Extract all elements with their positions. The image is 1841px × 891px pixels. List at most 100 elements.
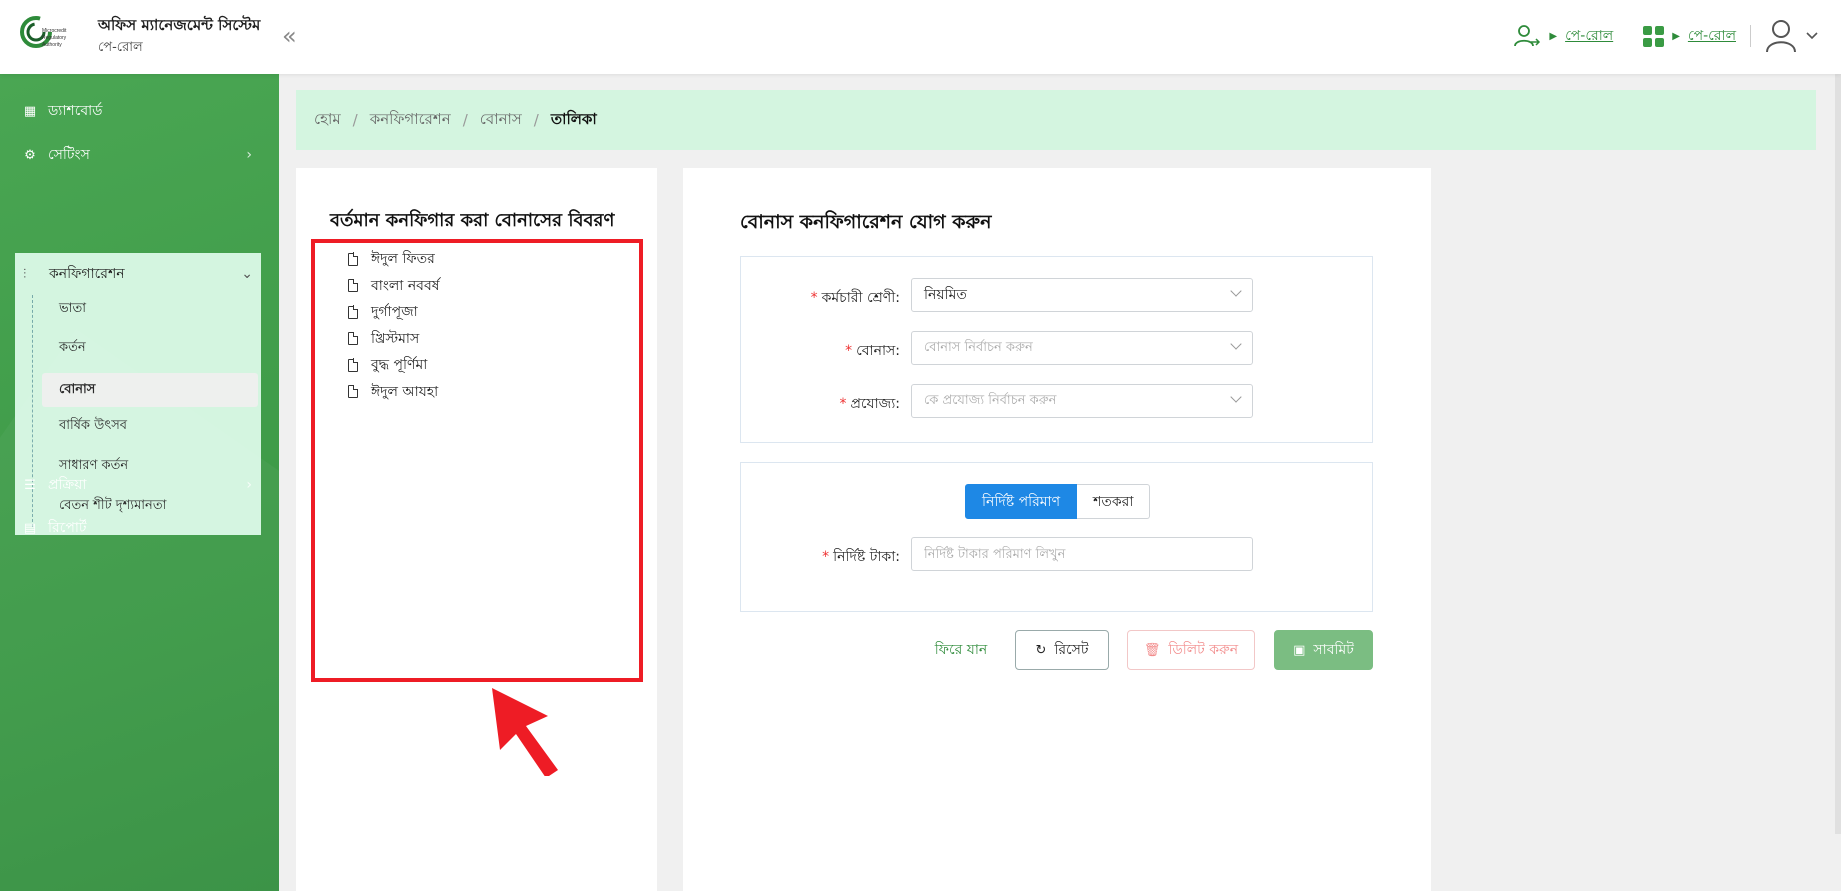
mra-logo: Microcredit Regulatory Authority — [20, 16, 67, 48]
user-switch-icon[interactable] — [1513, 22, 1541, 50]
submenu-item-salary-sheet-visibility[interactable]: বেতন শীট দৃশ্যমানতা — [59, 494, 166, 518]
collapse-sidebar-button[interactable]: « — [282, 22, 297, 50]
required-mark: * — [845, 343, 853, 359]
breadcrumb-configuration[interactable]: কনফিগারেশন — [370, 108, 451, 133]
chevron-down-icon[interactable] — [1805, 31, 1819, 41]
header-actions: ▶ পে-রোল ▶ পে-রোল — [1513, 16, 1819, 56]
sidebar-item-report[interactable]: ▤ রিপোর্ট — [22, 513, 262, 543]
form-actions: ফিরে যান ↻ রিসেট 🗑 ডিলিট করুন ▣ সাবমিট — [683, 630, 1431, 670]
toggle-percentage[interactable]: শতকরা — [1077, 484, 1151, 519]
select-value: নিয়মিত — [924, 287, 967, 303]
sidebar: ▦ ড্যাশবোর্ড ⚙ সেটিংস › ⫶ কনফিগারেশন ⌄ ভ… — [0, 74, 279, 891]
applicable-select[interactable]: কে প্রযোজ্য নির্বাচন করুন — [911, 384, 1253, 418]
file-icon — [348, 252, 359, 266]
logo-text-line-3: Authority — [42, 42, 62, 48]
submenu-item-deduction[interactable]: কর্তন — [59, 336, 86, 360]
reset-button[interactable]: ↻ রিসেট — [1015, 630, 1109, 670]
selection-fields-box: * কর্মচারী শ্রেণী: নিয়মিত * বোনাস: বোনাস … — [740, 256, 1373, 443]
file-icon — [348, 278, 359, 293]
bonus-config-form-panel: বোনাস কনফিগারেশন যোগ করুন * কর্মচারী শ্রে… — [683, 168, 1431, 891]
tree-item[interactable]: বুদ্ধ পূর্ণিমা — [348, 352, 439, 379]
bonus-select[interactable]: বোনাস নির্বাচন করুন — [911, 331, 1253, 365]
amount-type-toggle: নির্দিষ্ট পরিমাণ শতকরা — [965, 484, 1151, 519]
required-mark: * — [810, 290, 818, 306]
submenu-item-allowance[interactable]: ভাতা — [59, 297, 86, 321]
chevron-down-icon — [1230, 391, 1242, 403]
file-icon — [348, 384, 359, 399]
save-icon: ▣ — [1293, 642, 1306, 658]
sidebar-item-label: রিপোর্ট — [48, 520, 87, 536]
trash-icon: 🗑 — [1143, 642, 1161, 658]
tree-item-label: দুর্গাপূজা — [371, 304, 418, 321]
module-link-payroll-1[interactable]: পে-রোল — [1565, 24, 1613, 48]
select-placeholder: কে প্রযোজ্য নির্বাচন করুন — [924, 392, 1057, 408]
user-avatar-icon[interactable] — [1765, 19, 1797, 53]
sliders-icon: ⫶ — [23, 266, 27, 282]
employee-class-select[interactable]: নিয়মিত — [911, 278, 1253, 312]
tree-item-label: খ্রিস্টমাস — [371, 330, 420, 347]
back-button[interactable]: ফিরে যান — [926, 630, 996, 670]
submenu-item-annual-festival[interactable]: বার্ষিক উৎসব — [59, 414, 127, 438]
tree-item[interactable]: বাংলা নববর্ষ — [348, 273, 439, 300]
file-icon — [348, 331, 359, 346]
caret-right-icon: ▶ — [1549, 30, 1558, 42]
breadcrumb-bonus[interactable]: বোনাস — [480, 108, 522, 133]
tree-item[interactable]: ঈদুল ফিতর — [348, 246, 439, 273]
configuration-submenu: ⫶ কনফিগারেশন ⌄ ভাতা কর্তন বোনাস বার্ষিক … — [15, 253, 261, 535]
breadcrumb-home[interactable]: হোম — [314, 108, 341, 133]
chevron-down-icon: ⌄ — [241, 266, 253, 282]
dashboard-icon: ▦ — [23, 103, 37, 119]
header-divider — [1750, 25, 1751, 47]
configured-bonus-panel: বর্তমান কনফিগার করা বোনাসের বিবরণ ঈদুল ফ… — [296, 168, 657, 891]
chevron-right-icon: › — [246, 147, 252, 163]
breadcrumb-separator: / — [352, 111, 358, 129]
amount-label: * নির্দিষ্ট টাকা: — [822, 549, 900, 565]
required-mark: * — [822, 549, 830, 565]
tree-item-label: বুদ্ধ পূর্ণিমা — [371, 357, 428, 374]
delete-label: ডিলিট করুন — [1168, 642, 1239, 658]
reset-icon: ↻ — [1035, 642, 1047, 658]
top-header: Microcredit Regulatory Authority অফিস ম্… — [0, 0, 1841, 74]
select-placeholder: বোনাস নির্বাচন করুন — [924, 339, 1033, 355]
sidebar-item-dashboard[interactable]: ▦ ড্যাশবোর্ড — [22, 96, 262, 126]
form-title: বোনাস কনফিগারেশন যোগ করুন — [740, 211, 992, 233]
breadcrumb-current: তালিকা — [550, 109, 597, 128]
logo-text-line-2: Regulatory — [42, 35, 67, 41]
tree-item[interactable]: খ্রিস্টমাস — [348, 326, 439, 353]
sidebar-item-settings[interactable]: ⚙ সেটিংস › — [22, 140, 262, 170]
submenu-item-general-deduction[interactable]: সাধারণ কর্তন — [59, 454, 128, 478]
gear-icon: ⚙ — [24, 147, 36, 163]
document-icon: ▤ — [23, 520, 37, 536]
breadcrumb-separator: / — [462, 111, 468, 129]
chevron-right-icon: › — [246, 477, 252, 493]
tree-item[interactable]: ঈদুল আযহা — [348, 379, 439, 406]
module-link-payroll-2[interactable]: পে-রোল — [1688, 24, 1736, 48]
sliders-icon: ☰ — [24, 477, 36, 493]
sidebar-item-label: ড্যাশবোর্ড — [48, 103, 103, 119]
submit-label: সাবমিট — [1313, 642, 1354, 658]
tree-item-label: ঈদুল ফিতর — [371, 251, 435, 268]
employee-class-label: * কর্মচারী শ্রেণী: — [810, 290, 900, 306]
required-mark: * — [839, 396, 847, 412]
chevron-down-icon — [1230, 285, 1242, 297]
tree-item[interactable]: দুর্গাপূজা — [348, 299, 439, 326]
delete-button[interactable]: 🗑 ডিলিট করুন — [1127, 630, 1255, 670]
amount-input[interactable] — [911, 537, 1253, 571]
submenu-item-bonus[interactable]: বোনাস — [59, 378, 95, 402]
page-scrollbar[interactable] — [1835, 74, 1841, 834]
apps-grid-icon[interactable] — [1643, 25, 1665, 47]
applicable-label: * প্রযোজ্য: — [839, 396, 900, 412]
breadcrumb-separator: / — [533, 111, 539, 129]
sidebar-item-label: প্রক্রিয়া — [48, 477, 87, 493]
submenu-guide-line — [32, 295, 33, 527]
app-title: অফিস ম্যানেজমেন্ট সিস্টেম — [98, 16, 261, 34]
bonus-label: * বোনাস: — [845, 343, 900, 359]
sidebar-item-configuration[interactable]: ⫶ কনফিগারেশন ⌄ — [23, 259, 253, 289]
sidebar-item-label: কনফিগারেশন — [49, 266, 125, 282]
tree-item-label: বাংলা নববর্ষ — [371, 277, 440, 294]
breadcrumb: হোম / কনফিগারেশন / বোনাস / তালিকা — [296, 90, 1816, 150]
toggle-fixed-amount[interactable]: নির্দিষ্ট পরিমাণ — [965, 484, 1078, 519]
sidebar-item-process[interactable]: ☰ প্রক্রিয়া › — [22, 470, 262, 500]
reset-label: রিসেট — [1054, 642, 1089, 658]
submit-button[interactable]: ▣ সাবমিট — [1274, 630, 1373, 670]
